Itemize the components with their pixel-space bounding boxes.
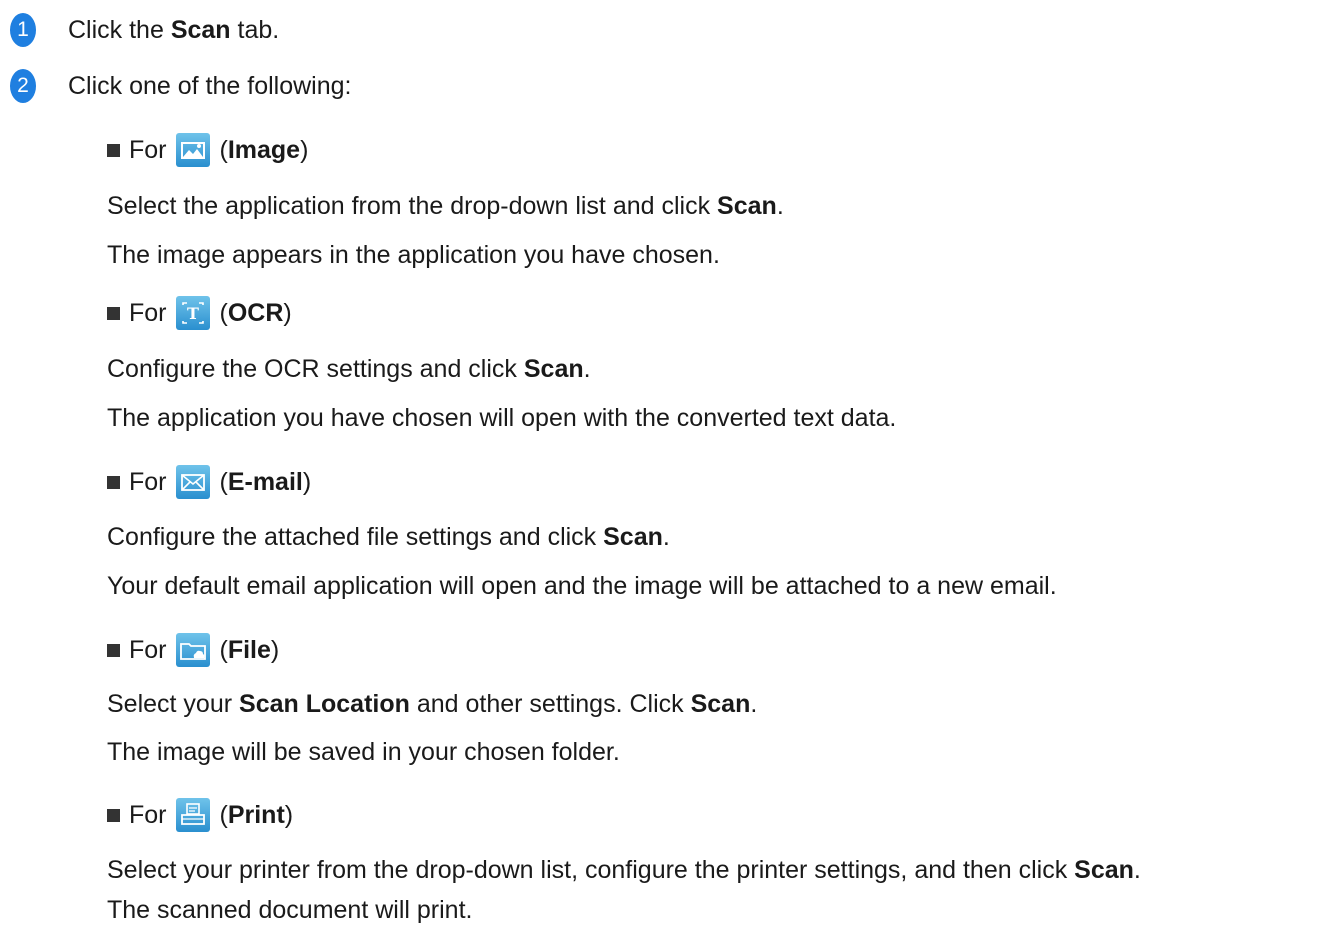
scan-button-reference: Scan [717,192,777,220]
option-print-instruction: Select your printer from the drop-down l… [107,855,1141,885]
option-file-instruction: Select your Scan Location and other sett… [107,689,757,719]
option-ocr-result: The application you have chosen will ope… [107,404,897,432]
instruction-end: . [1133,856,1141,884]
instruction-text: Configure the attached file settings and… [107,523,604,551]
file-folder-icon [175,633,210,667]
for-label: For [129,468,167,496]
instruction-end: . [662,523,670,551]
option-email-instruction: Configure the attached file settings and… [107,522,670,552]
scan-tab-reference: Scan [170,16,231,44]
for-label: For [129,636,167,664]
option-ocr-instruction: Configure the OCR settings and click Sca… [107,354,591,384]
instruction-text: Select your printer from the drop-down l… [107,856,1075,884]
scan-button-reference: Scan [690,690,751,718]
option-file-result: The image will be saved in your chosen f… [107,738,620,766]
option-name-image: Image [227,136,301,164]
option-name-file: File [227,636,271,664]
for-label: For [129,136,167,164]
for-label: For [129,299,167,327]
paren-close: ) [270,636,280,664]
step-2-text: Click one of the following: [68,72,352,100]
instruction-end: . [776,192,784,220]
step-2: 2 Click one of the following: [10,68,351,104]
option-email-heading: For (E-mail) [107,464,311,500]
scan-button-reference: Scan [603,523,663,551]
paren-open: ( [219,801,228,829]
bullet-square-icon [107,306,120,320]
option-print-heading: For (Print) [107,797,293,833]
step-1-text: Click the Scan tab. [68,15,279,45]
step-1-post: tab. [230,16,280,44]
instruction-text: Configure the OCR settings and click [107,355,524,383]
option-ocr-heading: For T (OCR) [107,295,292,331]
print-icon [175,798,210,832]
step-1-pre: Click the [68,16,171,44]
option-email-result: Your default email application will open… [107,572,1057,600]
for-label: For [129,801,167,829]
paren-open: ( [219,299,228,327]
option-name-email: E-mail [227,468,303,496]
image-icon [175,133,210,167]
scan-button-reference: Scan [523,355,584,383]
paren-open: ( [219,468,228,496]
step-number-badge: 2 [10,69,36,103]
step-number-badge: 1 [10,13,36,47]
bullet-square-icon [107,643,120,657]
instruction-end: . [583,355,591,383]
instruction-text: Select your [107,690,240,718]
email-icon [175,465,210,499]
bullet-square-icon [107,143,120,157]
option-image-result: The image appears in the application you… [107,241,720,269]
option-image-heading: For (Image) [107,132,308,168]
instruction-text: Select the application from the drop-dow… [107,192,718,220]
scan-button-reference: Scan [1074,856,1134,884]
paren-close: ) [302,468,312,496]
svg-text:T: T [187,304,199,323]
scan-location-reference: Scan Location [239,690,410,718]
bullet-square-icon [107,808,120,822]
option-file-heading: For (File) [107,632,279,668]
paren-close: ) [283,299,292,327]
paren-open: ( [219,636,228,664]
option-name-ocr: OCR [227,299,284,327]
instruction-end: . [750,690,758,718]
paren-close: ) [300,136,309,164]
instruction-text-mid: and other settings. Click [409,690,691,718]
option-image-instruction: Select the application from the drop-dow… [107,191,784,221]
bullet-square-icon [107,475,120,489]
option-name-print: Print [227,801,285,829]
ocr-icon: T [175,296,210,330]
step-1: 1 Click the Scan tab. [10,12,279,48]
paren-close: ) [284,801,294,829]
paren-open: ( [219,136,228,164]
option-print-result: The scanned document will print. [107,896,473,924]
